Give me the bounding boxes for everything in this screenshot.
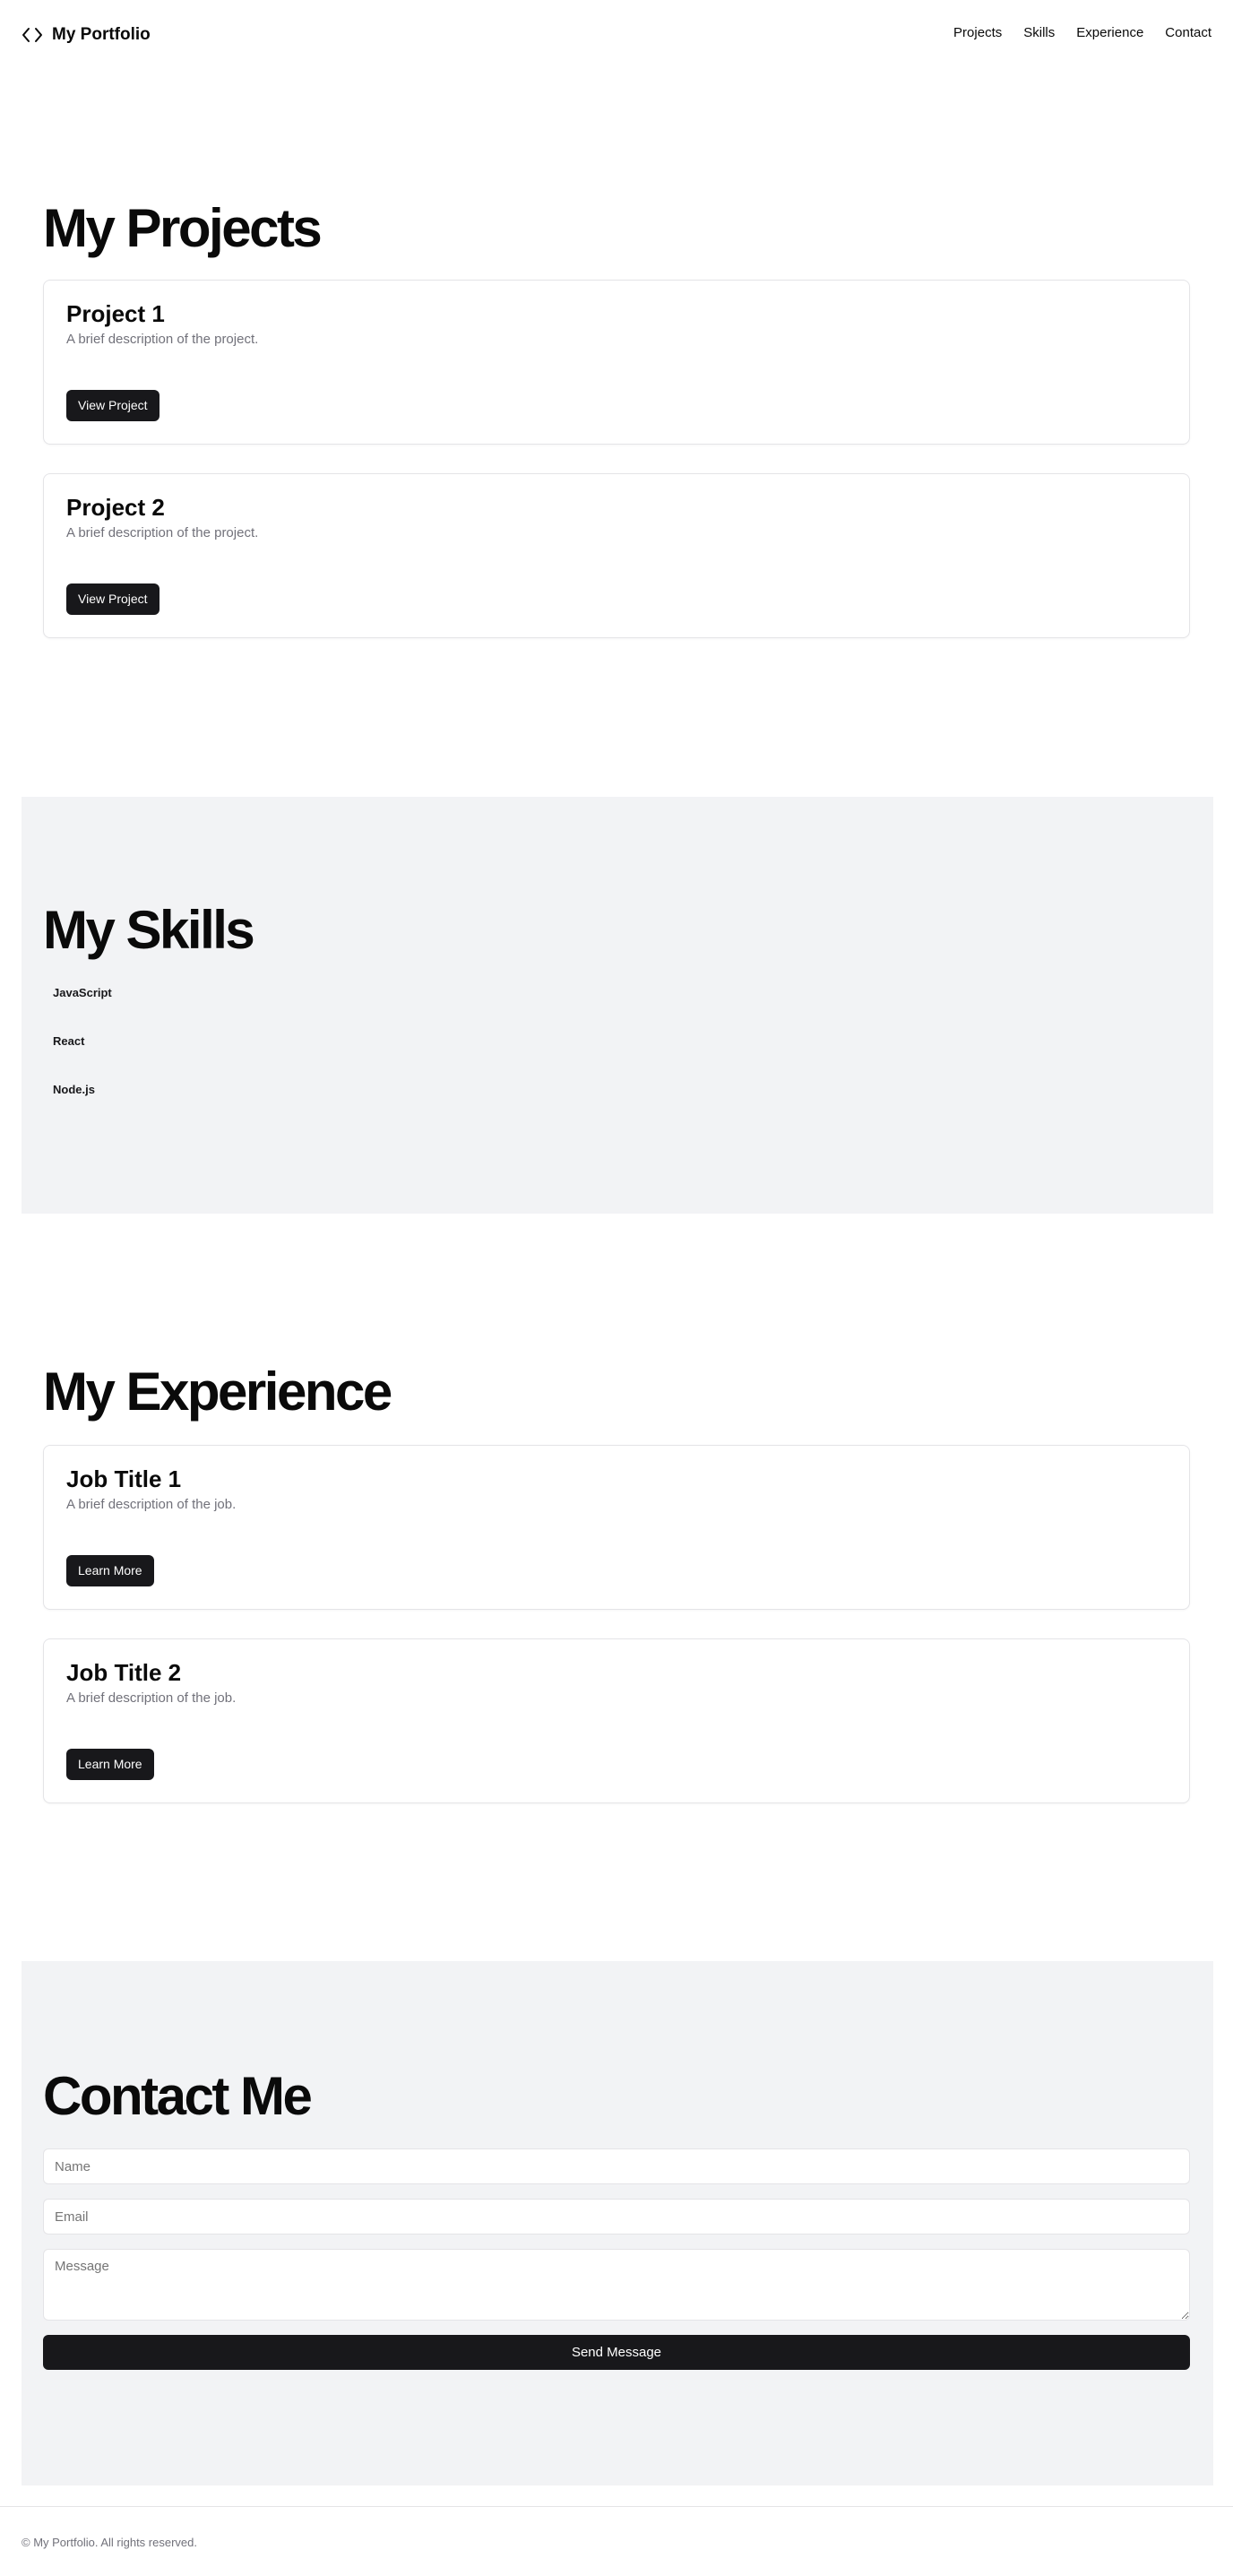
nav-skills[interactable]: Skills [1023, 25, 1055, 40]
experience-heading: My Experience [43, 1361, 392, 1422]
brand-logo[interactable]: My Portfolio [22, 23, 151, 47]
nav-contact[interactable]: Contact [1165, 25, 1211, 40]
job-description: A brief description of the job. [66, 1497, 237, 1512]
projects-heading: My Projects [43, 198, 323, 258]
project-description: A brief description of the project. [66, 525, 259, 540]
view-project-button[interactable]: View Project [66, 390, 160, 421]
message-textarea[interactable] [43, 2249, 1190, 2321]
nav-experience[interactable]: Experience [1076, 25, 1143, 40]
nav-projects[interactable]: Projects [953, 25, 1002, 40]
job-title: Job Title 1 [66, 1465, 182, 1492]
email-input[interactable] [43, 2199, 1190, 2235]
skill-item: JavaScript [53, 986, 112, 999]
view-project-button[interactable]: View Project [66, 583, 160, 615]
project-card: Project 1 A brief description of the pro… [43, 280, 1190, 445]
main-nav: Projects Skills Experience Contact [953, 25, 1211, 40]
experience-card: Job Title 1 A brief description of the j… [43, 1445, 1190, 1610]
learn-more-button[interactable]: Learn More [66, 1555, 154, 1586]
job-title: Job Title 2 [66, 1659, 182, 1686]
project-card: Project 2 A brief description of the pro… [43, 473, 1190, 638]
job-description: A brief description of the job. [66, 1690, 237, 1706]
project-title: Project 2 [66, 494, 165, 521]
skills-heading: My Skills [43, 900, 255, 960]
project-title: Project 1 [66, 300, 165, 327]
name-input[interactable] [43, 2148, 1190, 2184]
footer-divider [0, 2506, 1233, 2507]
learn-more-button[interactable]: Learn More [66, 1749, 154, 1780]
skill-item: Node.js [53, 1083, 95, 1096]
experience-card: Job Title 2 A brief description of the j… [43, 1638, 1190, 1803]
skills-section [22, 797, 1213, 1214]
brand-name: My Portfolio [52, 25, 151, 44]
send-message-button[interactable]: Send Message [43, 2335, 1190, 2370]
skill-item: React [53, 1034, 85, 1048]
footer-copyright: © My Portfolio. All rights reserved. [22, 2536, 197, 2549]
contact-heading: Contact Me [43, 2066, 313, 2126]
code-icon [22, 28, 42, 42]
project-description: A brief description of the project. [66, 332, 259, 347]
